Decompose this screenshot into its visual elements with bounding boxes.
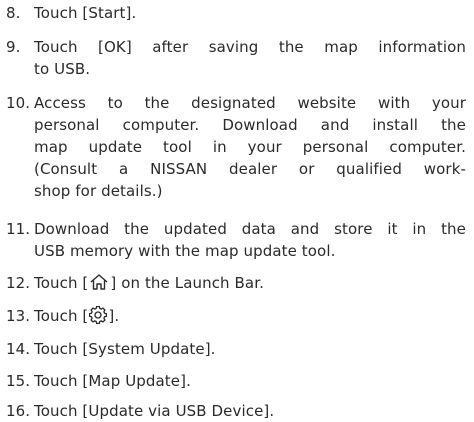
step-number: 14. xyxy=(6,340,31,358)
step-text-after: ] on the Launch Bar. xyxy=(110,274,264,292)
step-line: personal computer. Download and install … xyxy=(34,116,466,134)
step-12: 12. Touch [ ] on the Launch Bar. xyxy=(0,272,474,294)
step-text: Touch [System Update]. xyxy=(34,338,466,360)
step-line: Download the updated data and store it i… xyxy=(34,220,466,238)
step-number: 11. xyxy=(6,220,31,238)
step-line: Touch [Update via USB Device]. xyxy=(34,402,275,420)
gear-icon xyxy=(89,306,108,324)
step-9: 9. Touch [OK] after saving the map infor… xyxy=(0,36,474,80)
step-text: Download the updated data and store it i… xyxy=(34,218,466,262)
step-15: 15. Touch [Map Update]. xyxy=(0,370,474,392)
step-11: 11. Download the updated data and store … xyxy=(0,218,474,262)
step-13: 13. Touch [ ]. xyxy=(0,305,474,327)
step-16: 16. Touch [Update via USB Device]. xyxy=(0,400,474,422)
step-text: Touch [Update via USB Device]. xyxy=(34,400,466,422)
step-number: 13. xyxy=(6,307,31,325)
step-text-before: Touch [ xyxy=(34,307,89,325)
step-text: Touch [Map Update]. xyxy=(34,370,466,392)
step-14: 14. Touch [System Update]. xyxy=(0,338,474,360)
step-number: 12. xyxy=(6,274,31,292)
step-line: map update tool in your personal compute… xyxy=(34,138,466,156)
home-icon xyxy=(89,273,109,291)
step-text-after: ]. xyxy=(108,307,120,325)
step-line: shop for details.) xyxy=(34,182,163,200)
step-line: (Consult a NISSAN dealer or qualified wo… xyxy=(34,160,466,178)
step-10: 10. Access to the designated website wit… xyxy=(0,92,474,202)
step-line: Access to the designated website with yo… xyxy=(34,94,466,112)
step-line: Touch [Map Update]. xyxy=(34,372,191,390)
step-number: 16. xyxy=(6,402,31,420)
step-line: Touch [Start]. xyxy=(34,4,137,22)
step-line: Touch [ ] on the Launch Bar. xyxy=(34,272,466,294)
step-line: Touch [ ]. xyxy=(34,305,466,327)
step-8: 8. Touch [Start]. xyxy=(0,2,474,24)
step-number: 10. xyxy=(6,94,31,112)
step-number: 8. xyxy=(6,4,21,22)
step-text-before: Touch [ xyxy=(34,274,89,292)
step-text: Touch [ ]. xyxy=(34,305,466,327)
step-text: Touch [OK] after saving the map informat… xyxy=(34,36,466,80)
step-line: USB memory with the map update tool. xyxy=(34,242,336,260)
step-line: to USB. xyxy=(34,60,91,78)
step-line: Touch [System Update]. xyxy=(34,340,216,358)
step-text: Touch [ ] on the Launch Bar. xyxy=(34,272,466,294)
step-text: Access to the designated website with yo… xyxy=(34,92,466,202)
step-number: 15. xyxy=(6,372,31,390)
step-line: Touch [OK] after saving the map informat… xyxy=(34,38,466,56)
step-text: Touch [Start]. xyxy=(34,2,466,24)
step-number: 9. xyxy=(6,38,21,56)
